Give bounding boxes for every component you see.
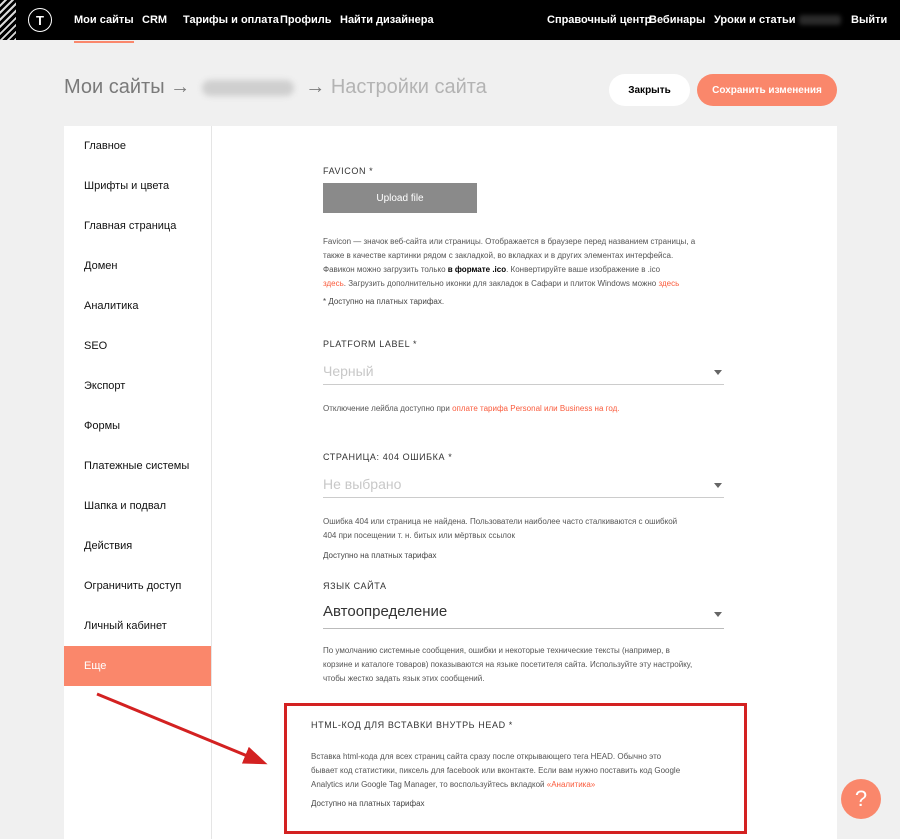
page404-select[interactable]: Не выбрано (323, 476, 724, 498)
page404-help: Ошибка 404 или страница не найдена. Поль… (323, 515, 743, 543)
top-navbar: T Мои сайты CRM Тарифы и оплата Профиль … (0, 0, 900, 43)
favicon-paid-note: * Доступно на платных тарифах. (323, 297, 445, 306)
nav-webinars[interactable]: Вебинары (649, 14, 705, 26)
help-line: Фавикон можно загрузить только в формате… (323, 263, 743, 277)
sidebar-item-forms[interactable]: Формы (64, 406, 211, 446)
sidebar-item-restrict-access[interactable]: Ограничить доступ (64, 566, 211, 606)
breadcrumb: Мои сайты → → Настройки сайта (64, 76, 487, 99)
site-language-select[interactable]: Автоопределение (323, 603, 724, 629)
select-value: Автоопределение (323, 603, 448, 620)
sidebar-item-analytics[interactable]: Аналитика (64, 286, 211, 326)
help-line: чтобы жестко задать язык этих сообщений. (323, 674, 485, 683)
help-text: . Конвертируйте ваше изображение в .ico (506, 265, 661, 274)
logout-link[interactable]: Выйти (851, 14, 887, 26)
help-line: здесь. Загрузить дополнительно иконки дл… (323, 277, 743, 291)
decorative-pattern (0, 0, 16, 40)
help-text: . Загрузить дополнительно иконки для зак… (343, 279, 659, 288)
sidebar-item-header-footer[interactable]: Шапка и подвал (64, 486, 211, 526)
platform-label-select[interactable]: Черный (323, 363, 724, 385)
help-bold: в формате .ico (447, 265, 507, 274)
sidebar-item-domain[interactable]: Домен (64, 246, 211, 286)
select-value: Не выбрано (323, 476, 402, 492)
pay-tariff-link[interactable]: оплате тарифа Personal или Business на г… (452, 404, 619, 413)
upload-file-button[interactable]: Upload file (323, 183, 477, 213)
sidebar-item-more[interactable]: Еще (64, 646, 211, 686)
platform-help: Отключение лейбла доступно при оплате та… (323, 402, 743, 416)
sidebar-item-seo[interactable]: SEO (64, 326, 211, 366)
nav-tariffs[interactable]: Тарифы и оплата (183, 14, 279, 26)
sidebar-item-account[interactable]: Личный кабинет (64, 606, 211, 646)
sidebar-item-main[interactable]: Главное (64, 126, 211, 166)
save-changes-button[interactable]: Сохранить изменения (697, 74, 837, 106)
platform-label-label: PLATFORM LABEL * (323, 339, 418, 349)
sidebar-item-homepage[interactable]: Главная страница (64, 206, 211, 246)
help-line: Ошибка 404 или страница не найдена. Поль… (323, 517, 678, 526)
language-help: По умолчанию системные сообщения, ошибки… (323, 644, 743, 686)
tilda-logo[interactable]: T (28, 8, 52, 32)
nav-my-sites[interactable]: Мои сайты (74, 14, 134, 43)
chevron-down-icon (714, 370, 722, 375)
settings-sidebar: Главное Шрифты и цвета Главная страница … (64, 126, 211, 839)
sidebar-item-export[interactable]: Экспорт (64, 366, 211, 406)
highlight-box (284, 703, 747, 834)
nav-help-center[interactable]: Справочный центр (547, 14, 651, 26)
sidebar-item-actions[interactable]: Действия (64, 526, 211, 566)
help-text: Отключение лейбла доступно при (323, 404, 453, 413)
favicon-help: Favicon — значок веб-сайта или страницы.… (323, 235, 743, 291)
chevron-down-icon (714, 483, 722, 488)
help-question-button[interactable]: ? (841, 779, 881, 819)
convert-link[interactable]: здесь (323, 279, 344, 288)
breadcrumb-current: Настройки сайта (330, 76, 487, 98)
nav-lessons[interactable]: Уроки и статьи (714, 14, 796, 26)
site-language-label: ЯЗЫК САЙТА (323, 581, 387, 591)
close-button[interactable]: Закрыть (609, 74, 690, 106)
nav-profile[interactable]: Профиль (280, 14, 331, 26)
breadcrumb-arrow: → (305, 76, 326, 98)
page404-label: СТРАНИЦА: 404 ОШИБКА * (323, 452, 453, 462)
nav-find-designer[interactable]: Найти дизайнера (340, 14, 434, 26)
help-line: Favicon — значок веб-сайта или страницы.… (323, 237, 696, 246)
sidebar-item-payments[interactable]: Платежные системы (64, 446, 211, 486)
account-name-blurred (799, 15, 841, 25)
help-line: корзине и каталоге товаров) показываются… (323, 660, 693, 669)
help-line: По умолчанию системные сообщения, ошибки… (323, 646, 670, 655)
help-line: 404 при посещении т. н. битых или мёртвы… (323, 531, 515, 540)
icons-link[interactable]: здесь (658, 279, 679, 288)
breadcrumb-my-sites[interactable]: Мои сайты (64, 76, 165, 98)
nav-crm[interactable]: CRM (142, 14, 167, 26)
breadcrumb-arrow: → (170, 76, 191, 98)
page404-paid-note: Доступно на платных тарифах (323, 551, 437, 560)
chevron-down-icon (714, 612, 722, 617)
breadcrumb-site-blurred[interactable] (201, 79, 294, 96)
help-text: Фавикон можно загрузить только (323, 265, 448, 274)
select-value: Черный (323, 363, 374, 379)
sidebar-item-fonts[interactable]: Шрифты и цвета (64, 166, 211, 206)
help-line: также в качестве картинки рядом с заклад… (323, 251, 674, 260)
favicon-label: FAVICON * (323, 166, 374, 176)
